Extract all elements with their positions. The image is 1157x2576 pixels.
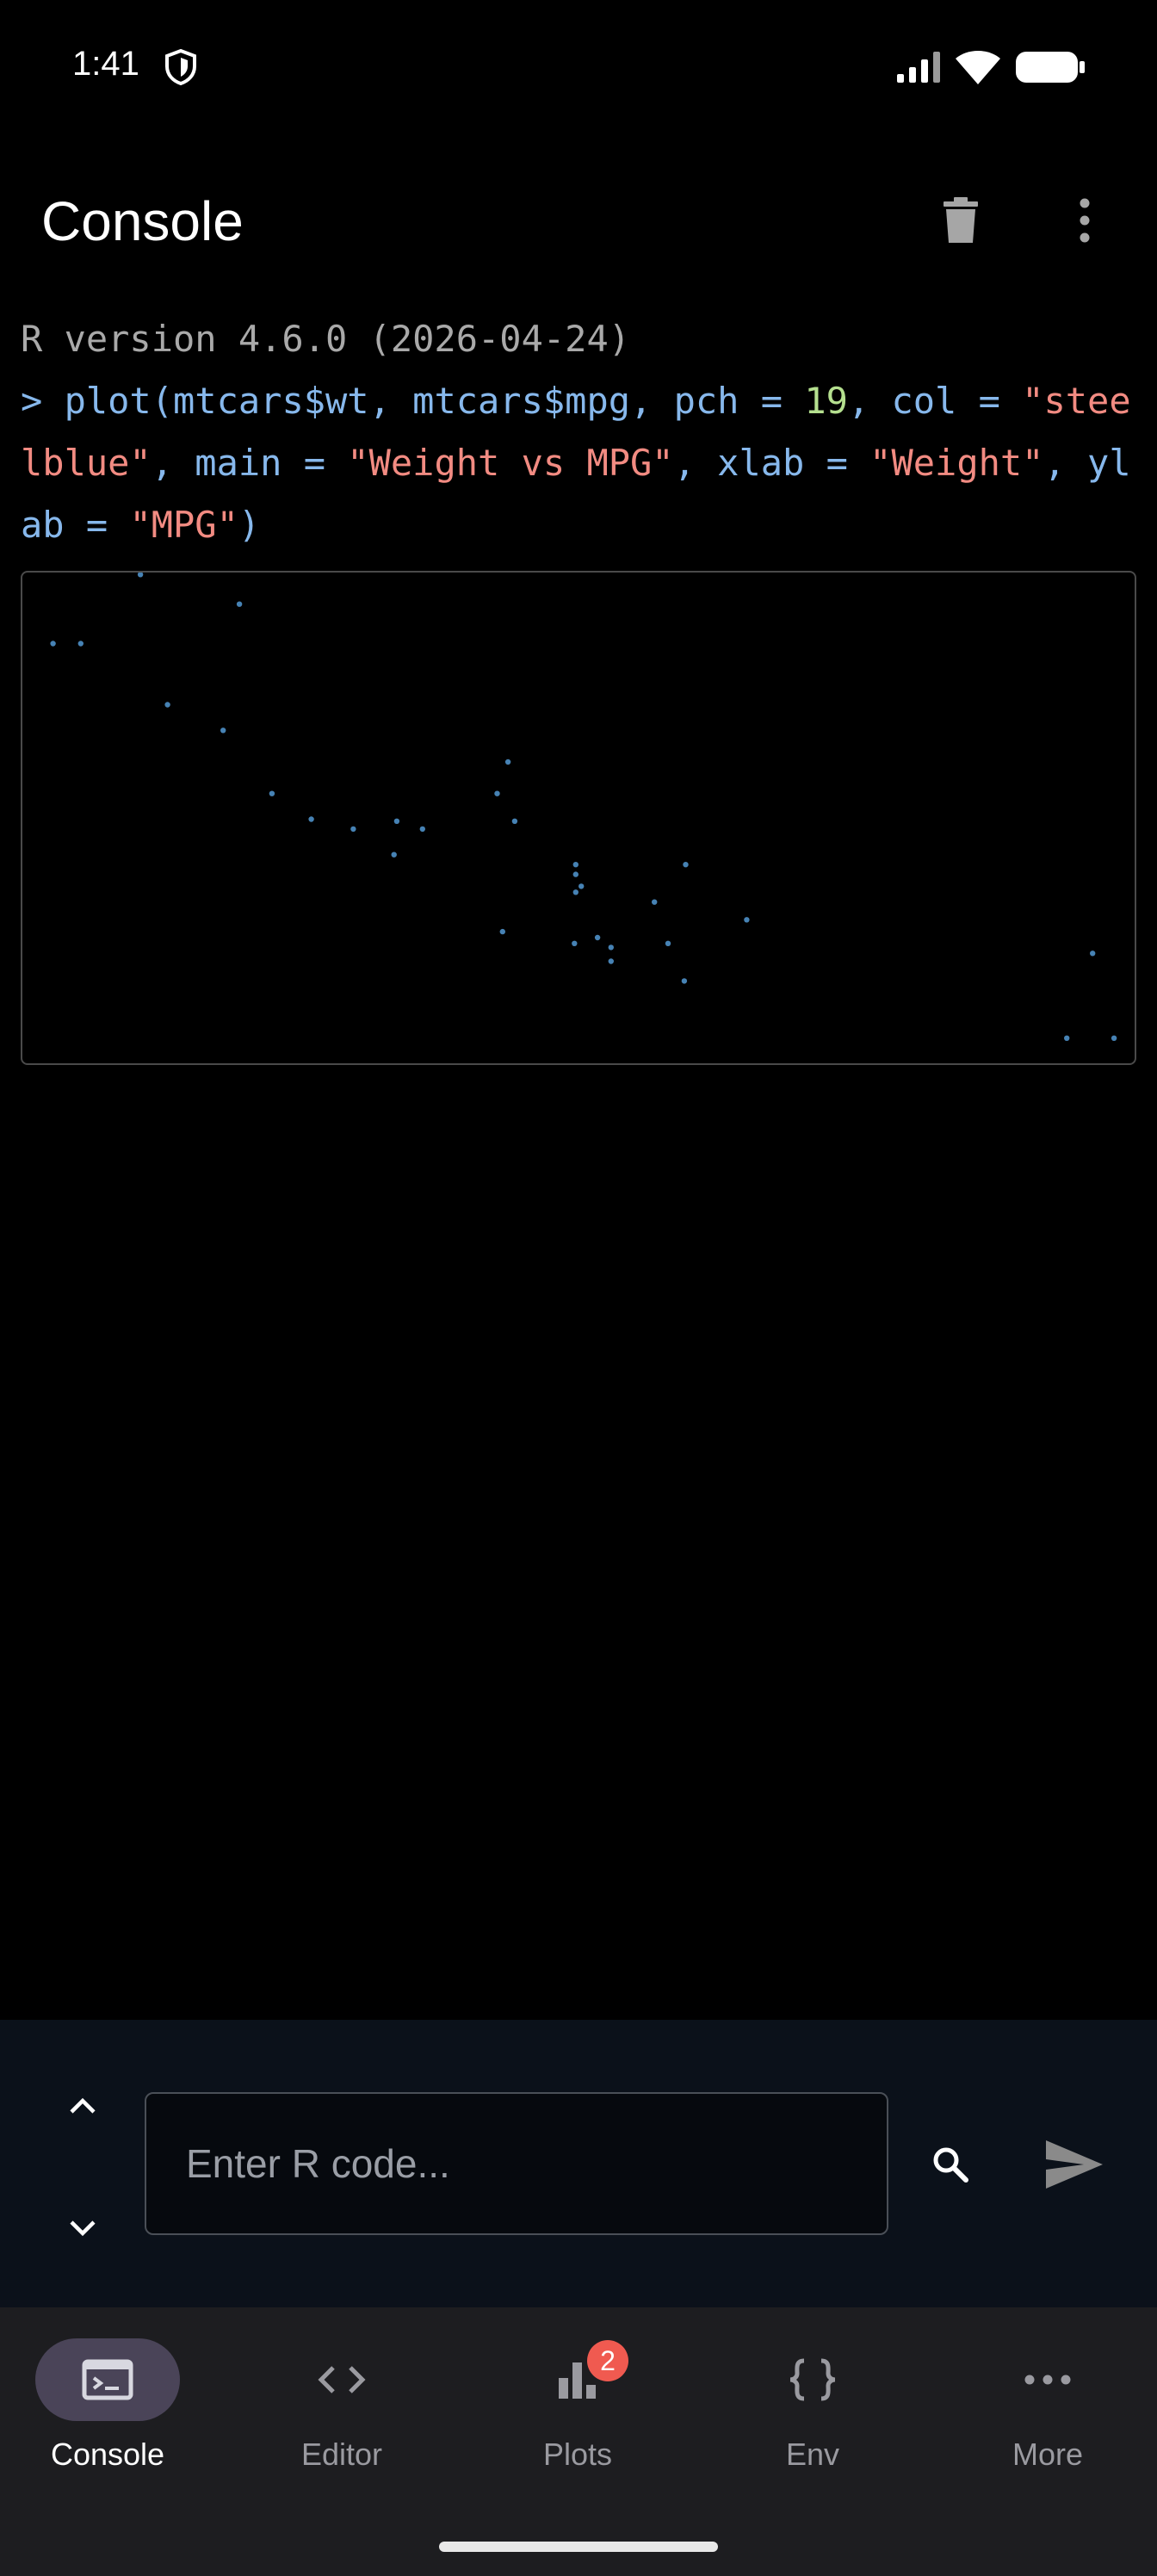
scatter-point — [164, 702, 170, 708]
nav-more[interactable]: More — [940, 2338, 1155, 2493]
scatter-point — [608, 958, 614, 964]
scatter-point — [391, 851, 397, 858]
braces-icon — [789, 2358, 836, 2401]
bottom-navigation: Console Editor 2 Plots Env More — [0, 2307, 1157, 2576]
page-title: Console — [41, 190, 244, 252]
home-indicator — [439, 2542, 718, 2552]
scatter-point — [220, 728, 226, 734]
command-token-plain: , col = — [847, 380, 1023, 422]
command-token-str: "Weight vs MPG" — [347, 442, 674, 484]
plots-count-badge: 2 — [587, 2340, 628, 2381]
nav-label-plots: Plots — [542, 2437, 613, 2472]
scatter-point — [504, 759, 511, 765]
nav-env[interactable]: Env — [705, 2338, 920, 2493]
scatter-point — [744, 917, 750, 923]
prompt-symbol: > — [21, 380, 65, 422]
command-token-plain: plot(mtcars$wt, mtcars$mpg, pch = — [64, 380, 805, 422]
scatter-point — [1064, 1035, 1070, 1041]
nav-editor[interactable]: Editor — [234, 2338, 449, 2493]
code-input[interactable] — [145, 2092, 888, 2235]
scatter-point — [494, 790, 500, 796]
command-text: plot(mtcars$wt, mtcars$mpg, pch = 19, co… — [21, 380, 1131, 546]
scatter-point — [511, 818, 518, 824]
scatter-plot — [50, 573, 1117, 1041]
nav-label-env: Env — [785, 2437, 840, 2472]
terminal-icon — [82, 2359, 133, 2400]
clear-console-button[interactable] — [930, 189, 992, 251]
scatter-point — [652, 899, 658, 905]
scatter-point — [236, 601, 243, 607]
version-line: R version 4.6.0 (2026-04-24) — [21, 318, 631, 360]
wifi-icon — [956, 51, 1000, 84]
scatter-point — [578, 883, 585, 889]
chevron-down-icon — [70, 2220, 96, 2237]
search-button[interactable] — [923, 2137, 978, 2192]
status-bar: 1:41 — [0, 0, 1157, 138]
command-token-plain: , main = — [151, 442, 348, 484]
app-header: Console — [0, 155, 1157, 284]
more-vert-icon — [1080, 198, 1090, 243]
scatter-point — [350, 826, 356, 833]
command-token-str: "MPG" — [129, 504, 238, 546]
search-icon — [933, 2147, 968, 2183]
status-time: 1:41 — [72, 45, 139, 83]
scatter-point — [1111, 1035, 1117, 1041]
nav-label-more: More — [1012, 2437, 1084, 2472]
nav-console[interactable]: Console — [0, 2338, 215, 2493]
send-button[interactable] — [1038, 2130, 1111, 2199]
battery-icon — [1016, 52, 1085, 83]
scatter-point — [572, 871, 578, 877]
scatter-point — [269, 790, 275, 796]
scatter-point — [665, 940, 671, 946]
command-token-str: "Weight" — [869, 442, 1044, 484]
nav-label-editor: Editor — [300, 2437, 383, 2472]
trash-icon — [944, 197, 978, 243]
command-line: > plot(mtcars$wt, mtcars$mpg, pch = 19, … — [21, 370, 1140, 556]
scatter-point — [50, 641, 56, 647]
scatter-point — [137, 573, 144, 578]
scatter-point — [1090, 951, 1096, 957]
command-token-num: 19 — [804, 380, 848, 422]
more-horiz-icon — [1024, 2375, 1071, 2385]
scatter-point — [393, 818, 400, 824]
more-options-button[interactable] — [1054, 189, 1116, 251]
scatter-point — [419, 826, 425, 833]
scatter-point — [608, 944, 614, 951]
shield-icon — [165, 48, 196, 86]
scatter-point — [499, 928, 505, 935]
send-icon — [1046, 2140, 1103, 2189]
console-output: R version 4.6.0 (2026-04-24) > plot(mtca… — [21, 308, 1140, 556]
scatter-point — [308, 816, 314, 822]
signal-icon — [897, 52, 940, 83]
scatter-point — [681, 978, 688, 984]
chevron-up-icon — [70, 2097, 96, 2114]
nav-label-console: Console — [50, 2437, 165, 2472]
code-icon — [318, 2366, 366, 2393]
nav-plots[interactable]: 2 Plots — [470, 2338, 685, 2493]
scatter-point — [572, 940, 578, 946]
command-token-plain: , xlab = — [673, 442, 870, 484]
scatter-point — [572, 889, 578, 895]
scatter-point — [572, 862, 578, 868]
input-bar — [0, 2020, 1157, 2307]
history-up-button[interactable] — [59, 2082, 107, 2130]
command-token-plain: ) — [238, 504, 261, 546]
scatter-point — [594, 934, 601, 941]
history-down-button[interactable] — [59, 2204, 107, 2252]
plot-output[interactable] — [21, 571, 1136, 1065]
scatter-point — [683, 862, 689, 868]
scatter-point — [77, 641, 84, 647]
